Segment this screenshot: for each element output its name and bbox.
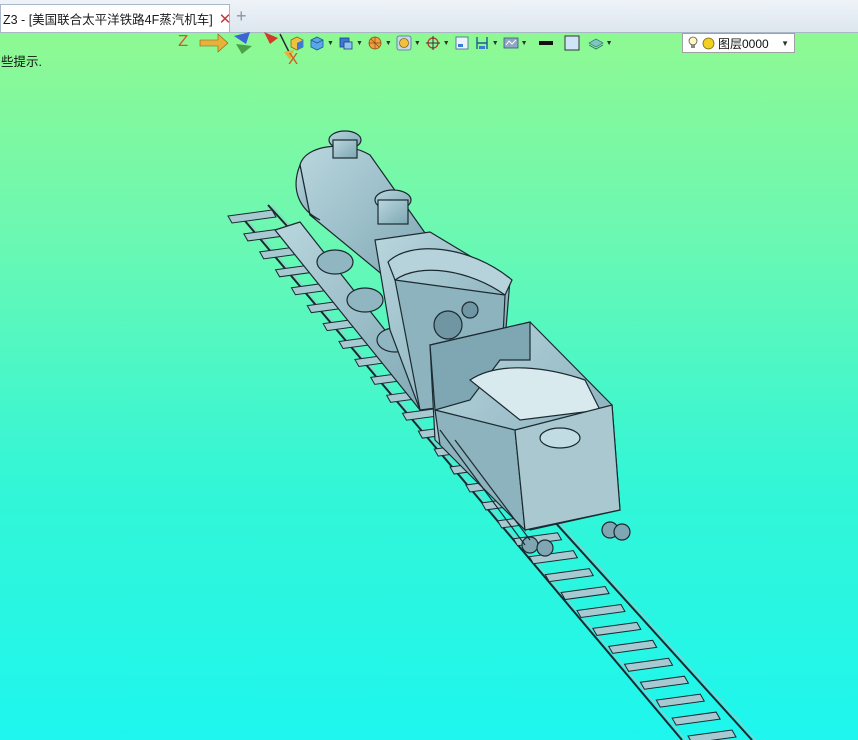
dropdown-arrow-icon: ▼ — [327, 39, 334, 47]
display-style-icon — [396, 35, 412, 51]
shaded-box-tool[interactable] — [288, 33, 306, 53]
track-sleeper — [576, 603, 626, 619]
track-sleeper — [592, 621, 642, 636]
new-tab-icon[interactable]: + — [236, 6, 247, 27]
frame-icon — [455, 36, 469, 50]
z-axis-label: Z — [178, 32, 189, 50]
align-icon — [475, 37, 488, 49]
layer-select[interactable]: 图层0000 ▼ — [682, 33, 795, 53]
align-tool[interactable]: ▼ — [473, 33, 500, 53]
display-style-tool[interactable]: ▼ — [395, 33, 422, 53]
track-sleeper — [655, 693, 706, 708]
view-cube-icon — [310, 36, 324, 51]
layer-stack-tool[interactable]: ▼ — [587, 33, 614, 53]
track-sleeper — [528, 550, 579, 565]
document-tab-bar: Z3 - [美国联合太平洋铁路4F蒸汽机车] ✕ + — [0, 0, 858, 33]
dropdown-arrow-icon: ▼ — [355, 39, 363, 47]
shade-mode-tool[interactable]: ▼ — [337, 33, 364, 53]
chevron-down-icon: ▼ — [781, 38, 789, 48]
frame-tool[interactable] — [453, 33, 471, 53]
shaded-box-icon — [290, 36, 304, 51]
track-sleeper — [671, 711, 721, 726]
view-cube-tool[interactable]: ▼ — [308, 33, 335, 53]
locomotive-body — [273, 130, 631, 557]
layer-color-icon — [702, 37, 715, 49]
line-color-tool[interactable] — [537, 33, 555, 53]
close-tab-icon[interactable]: ✕ — [219, 10, 232, 28]
track-sleeper — [639, 675, 690, 690]
track-sleeper — [607, 639, 658, 654]
track-sleeper — [544, 568, 595, 583]
dropdown-arrow-icon: ▼ — [605, 39, 613, 47]
track-sleeper — [227, 209, 277, 224]
line-color-icon — [538, 41, 553, 45]
dropdown-arrow-icon: ▼ — [520, 39, 528, 47]
fill-color-tool[interactable] — [563, 33, 581, 53]
filter-tool[interactable]: ▼ — [502, 33, 529, 53]
filter-icon — [503, 37, 519, 49]
layer-name: 图层0000 — [718, 36, 769, 51]
lightbulb-icon — [688, 36, 698, 48]
track-sleeper — [560, 586, 610, 601]
track-sleeper — [687, 729, 737, 740]
axis-triad: Z X — [172, 26, 302, 70]
snap-icon — [425, 36, 440, 50]
dropdown-arrow-icon: ▼ — [384, 39, 392, 47]
fill-color-icon — [564, 35, 580, 51]
locomotive-model[interactable] — [0, 0, 858, 740]
view-toolbar: ▼ ▼ ▼ ▼ ▼ ▼ ▼ ▼ — [288, 32, 614, 54]
render-tool[interactable]: ▼ — [366, 33, 393, 53]
layer-stack-icon — [587, 38, 604, 50]
dropdown-arrow-icon: ▼ — [413, 39, 421, 47]
status-hint: 些提示. — [1, 55, 42, 69]
snap-tool[interactable]: ▼ — [424, 33, 451, 53]
dropdown-arrow-icon: ▼ — [442, 39, 450, 47]
dropdown-arrow-icon: ▼ — [491, 39, 499, 47]
track-sleeper — [623, 657, 674, 672]
shade-mode-icon — [339, 37, 353, 50]
render-icon — [368, 36, 382, 50]
